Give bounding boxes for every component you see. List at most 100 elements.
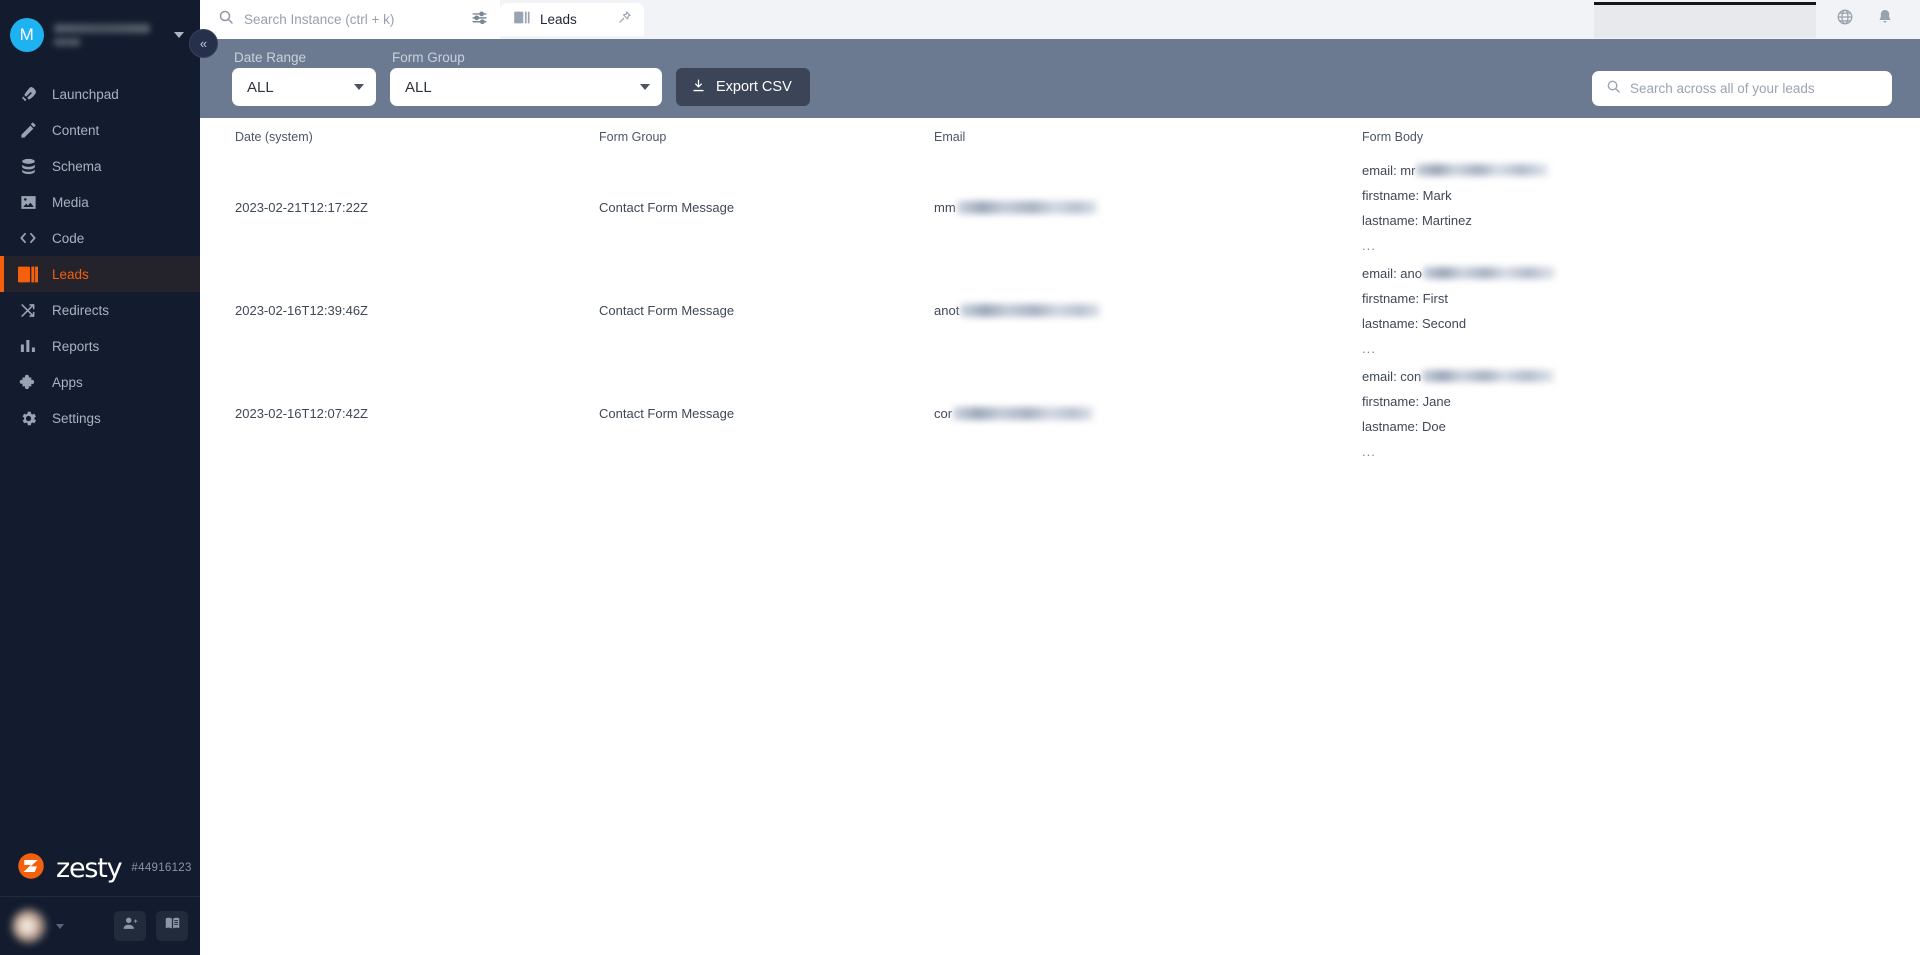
account-name-blur (54, 24, 150, 33)
table-row[interactable]: 2023-02-21T12:17:22Z Contact Form Messag… (200, 156, 1920, 259)
sidebar-item-label: Apps (52, 374, 83, 390)
bell-icon[interactable] (1876, 8, 1894, 31)
search-icon (218, 9, 234, 30)
form-body-email-redacted (1422, 267, 1555, 279)
chevron-down-icon (174, 32, 184, 38)
sidebar-item-content[interactable]: Content (0, 112, 200, 148)
cell-date: 2023-02-21T12:17:22Z (235, 200, 368, 215)
form-body-email-label: email: ano (1362, 265, 1422, 281)
sidebar-item-schema[interactable]: Schema (0, 148, 200, 184)
email-prefix: anot (934, 303, 960, 318)
sidebar-item-label: Leads (52, 266, 89, 282)
leads-table: Date (system) Form Group Email Form Body… (200, 118, 1920, 955)
brand-row: zesty #44916123 (0, 840, 200, 896)
main-area: Search Instance (ctrl + k) Leads Date Ra… (200, 0, 1920, 955)
chevron-down-icon (640, 84, 650, 90)
form-body-more: ... (1362, 237, 1376, 253)
sidebar-item-code[interactable]: Code (0, 220, 200, 256)
form-body-lines: email: mr firstname: Mark lastname: Mart… (1362, 159, 1920, 257)
image-icon (17, 191, 39, 213)
bar-chart-icon (17, 335, 39, 357)
form-body-firstname: firstname: Jane (1362, 393, 1451, 409)
table-row[interactable]: 2023-02-16T12:07:42Z Contact Form Messag… (200, 362, 1920, 465)
date-range-field: Date Range ALL (232, 50, 376, 106)
email-prefix: mm (934, 200, 956, 215)
email-redacted (953, 407, 1094, 420)
cell-form-body: email: con firstname: Jane lastname: Doe… (1362, 365, 1920, 463)
search-filters-icon[interactable] (471, 9, 488, 31)
docs-book-icon (164, 915, 181, 937)
form-group-field: Form Group ALL (390, 50, 662, 106)
pin-icon[interactable] (617, 10, 632, 30)
column-header-form-body: Form Body (1362, 130, 1424, 144)
cell-form-group: Contact Form Message (599, 303, 735, 318)
form-body-lastname: lastname: Doe (1362, 418, 1446, 434)
database-icon (17, 155, 39, 177)
cell-email: cor (934, 406, 1362, 421)
docs-button[interactable] (156, 911, 188, 941)
email-prefix: cor (934, 406, 953, 421)
sidebar-item-label: Code (52, 230, 85, 246)
sidebar-item-reports[interactable]: Reports (0, 328, 200, 364)
download-icon (691, 78, 706, 97)
form-body-email-redacted (1416, 164, 1549, 176)
code-brackets-icon (17, 227, 39, 249)
form-group-value: ALL (405, 78, 432, 96)
form-body-more: ... (1362, 340, 1376, 356)
account-name-redacted (54, 24, 164, 46)
instance-search-placeholder: Search Instance (ctrl + k) (244, 12, 395, 27)
sidebar-item-leads[interactable]: Leads (0, 256, 200, 292)
sidebar-item-launchpad[interactable]: Launchpad (0, 76, 200, 112)
zesty-logo-icon (16, 851, 46, 886)
chevron-down-icon[interactable] (56, 923, 64, 929)
invite-user-icon (122, 915, 139, 937)
avatar: M (10, 18, 44, 52)
export-csv-button[interactable]: Export CSV (676, 68, 810, 106)
rocket-icon (17, 83, 39, 105)
puzzle-icon (17, 371, 39, 393)
sidebar-item-apps[interactable]: Apps (0, 364, 200, 400)
contact-card-icon (17, 263, 39, 285)
email-redacted (960, 304, 1101, 317)
sidebar-item-media[interactable]: Media (0, 184, 200, 220)
instance-search[interactable]: Search Instance (ctrl + k) (200, 0, 500, 39)
cell-email: anot (934, 303, 1362, 318)
topbar-actions (1816, 0, 1920, 39)
sidebar: M Launchpad Content Schema Media Code Le… (0, 0, 200, 955)
form-body-more: ... (1362, 443, 1376, 459)
cell-form-group: Contact Form Message (599, 406, 735, 421)
account-sub-blur (54, 38, 80, 46)
user-avatar-redacted[interactable] (12, 909, 46, 943)
sidebar-item-label: Reports (52, 338, 100, 354)
sidebar-item-label: Content (52, 122, 100, 138)
globe-icon[interactable] (1836, 8, 1854, 31)
sidebar-item-redirects[interactable]: Redirects (0, 292, 200, 328)
form-body-lastname: lastname: Second (1362, 315, 1467, 331)
account-switcher[interactable]: M (0, 0, 200, 70)
invite-user-button[interactable] (114, 911, 146, 941)
tab-leads[interactable]: Leads (500, 3, 644, 36)
table-row[interactable]: 2023-02-16T12:39:46Z Contact Form Messag… (200, 259, 1920, 362)
sidebar-item-label: Settings (52, 410, 101, 426)
form-group-select[interactable]: ALL (390, 68, 662, 106)
leads-search-input[interactable]: Search across all of your leads (1592, 71, 1892, 106)
date-range-select[interactable]: ALL (232, 68, 376, 106)
sidebar-nav: Launchpad Content Schema Media Code Lead… (0, 76, 200, 436)
form-body-firstname: firstname: First (1362, 290, 1448, 306)
app-root: M Launchpad Content Schema Media Code Le… (0, 0, 1920, 955)
filter-bar: Date Range ALL Form Group ALL Export CSV… (200, 39, 1920, 118)
topbar: Search Instance (ctrl + k) Leads (200, 0, 1920, 39)
search-icon (1606, 79, 1621, 99)
cell-form-group: Contact Form Message (599, 200, 735, 215)
sidebar-item-settings[interactable]: Settings (0, 400, 200, 436)
form-body-email-label: email: mr (1362, 162, 1416, 178)
sidebar-collapse-button[interactable]: « (189, 29, 218, 58)
tab-label: Leads (540, 12, 577, 27)
form-body-firstname: firstname: Mark (1362, 187, 1452, 203)
instance-id: #44916123 (131, 862, 192, 874)
pencil-icon (17, 119, 39, 141)
form-body-email: email: mr (1362, 163, 1920, 178)
sidebar-item-label: Launchpad (52, 86, 119, 102)
form-body-email: email: ano (1362, 266, 1920, 281)
